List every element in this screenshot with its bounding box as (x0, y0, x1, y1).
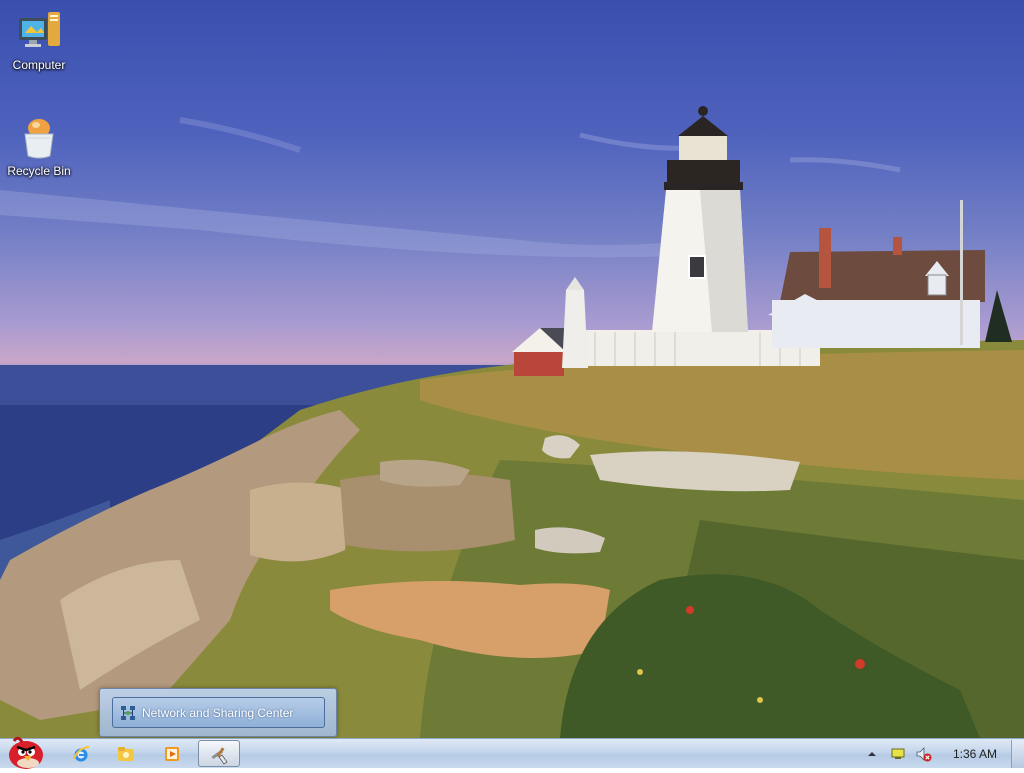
taskbar-control-panel[interactable] (198, 740, 240, 767)
control-panel-icon (211, 746, 228, 765)
desktop-icon-recycle-bin[interactable]: Recycle Bin (1, 114, 77, 178)
recycle-bin-icon (15, 114, 63, 162)
popup-item-label: Network and Sharing Center (142, 705, 294, 720)
network-icon (120, 705, 136, 721)
taskbar-clock[interactable]: 1:36 AM (953, 747, 997, 761)
angry-bird-start-icon (9, 736, 43, 769)
action-center-icon[interactable] (889, 745, 907, 763)
system-tray: 1:36 AM (859, 739, 1024, 768)
media-player-icon (165, 746, 179, 761)
taskbar: 1:36 AM (0, 736, 1024, 769)
desktop-icon-label: Recycle Bin (7, 164, 71, 178)
desktop-icon-label: Computer (12, 58, 66, 72)
start-button[interactable] (2, 733, 50, 769)
file-explorer-icon (118, 746, 134, 761)
wallpaper-scene (0, 106, 1024, 738)
computer-icon (15, 8, 63, 56)
desktop-wallpaper (0, 0, 1024, 738)
taskbar-thumbnail-popup: Network and Sharing Center (99, 688, 337, 737)
network-sharing-center-item[interactable]: Network and Sharing Center (112, 697, 325, 728)
desktop-icon-computer[interactable]: Computer (1, 8, 77, 72)
taskbar-media-player[interactable] (151, 740, 193, 767)
show-desktop-button[interactable] (1011, 739, 1024, 768)
taskbar-file-explorer[interactable] (105, 740, 147, 767)
show-hidden-icons-arrow[interactable] (863, 745, 881, 763)
taskbar-internet-explorer[interactable] (60, 740, 102, 767)
volume-muted-icon[interactable] (915, 745, 933, 763)
internet-explorer-icon (73, 745, 90, 761)
